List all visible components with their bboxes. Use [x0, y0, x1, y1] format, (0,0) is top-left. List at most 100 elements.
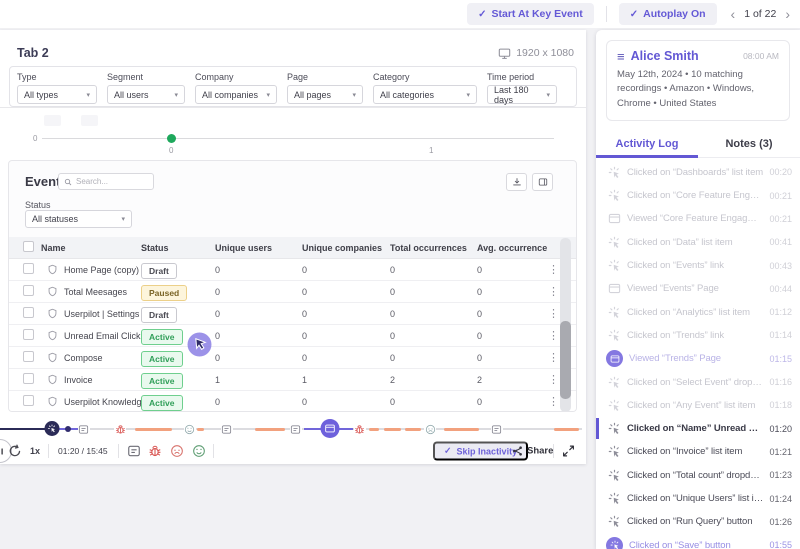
- activity-text: Clicked on “Select Event” dropdown: [627, 377, 763, 388]
- click-icon: [608, 306, 621, 319]
- page-icon: [606, 350, 623, 367]
- next-recording-icon[interactable]: ›: [783, 7, 792, 21]
- controls-divider: [213, 444, 214, 458]
- activity-item[interactable]: Clicked on “Name” Unread Email C... 01:2…: [596, 417, 800, 440]
- screen-resolution: 1920 x 1080: [498, 47, 574, 60]
- tab-notes[interactable]: Notes (3): [698, 131, 800, 157]
- activity-item[interactable]: Clicked on “Any Event” list item 01:18: [596, 394, 800, 417]
- click-icon: [608, 422, 621, 435]
- activity-item[interactable]: Viewed “Events” Page 00:44: [596, 277, 800, 300]
- filter-type: Type All types ▾: [17, 72, 97, 106]
- event-shield-icon: [47, 352, 58, 363]
- timeline-bug-icon[interactable]: [354, 423, 366, 435]
- previous-recording-icon[interactable]: ‹: [729, 7, 738, 21]
- activity-item[interactable]: Clicked on “Run Query” button 01:26: [596, 510, 800, 533]
- filter-select: All companies ▾: [195, 85, 277, 104]
- row-checkbox: [23, 373, 34, 384]
- timeline-click-event-marker[interactable]: [45, 421, 60, 436]
- activity-item[interactable]: Clicked on “Data” list item 00:41: [596, 231, 800, 254]
- chart-point: [167, 134, 176, 143]
- event-name: Userpilot Knowledge ...: [64, 397, 141, 407]
- timeline-bug-icon[interactable]: [114, 423, 126, 435]
- activity-item[interactable]: Clicked on “Events” link 00:43: [596, 254, 800, 277]
- activity-item[interactable]: Clicked on “Trends” link 01:14: [596, 324, 800, 347]
- filter-label: Type: [17, 72, 97, 82]
- click-icon: [608, 166, 621, 179]
- add-note-icon[interactable]: [127, 444, 141, 458]
- replay-icon[interactable]: [8, 444, 22, 458]
- activity-timestamp: 00:21: [769, 191, 792, 201]
- status-filter-label: Status: [25, 200, 51, 210]
- row-checkbox: [23, 307, 34, 318]
- filter-select: All users ▾: [107, 85, 185, 104]
- activity-timestamp: 00:41: [769, 237, 792, 247]
- start-at-key-event-button[interactable]: ✓ Start At Key Event: [467, 3, 594, 25]
- smiley-reaction-icon[interactable]: [192, 444, 206, 458]
- activity-text: Viewed “Core Feature Engagment”: [627, 213, 763, 224]
- autoplay-toggle-button[interactable]: ✓ Autoplay On: [619, 3, 717, 25]
- column-header: Avg. occurrence: [477, 243, 542, 253]
- share-button[interactable]: Share: [512, 446, 553, 457]
- chevron-down-icon: ▾: [174, 91, 178, 99]
- activity-item[interactable]: Clicked on “Dashboards” list item 00:20: [596, 161, 800, 184]
- activity-item[interactable]: Clicked on “Analytics” list item 01:12: [596, 301, 800, 324]
- click-icon: [608, 329, 621, 342]
- timeline-smiley-icon[interactable]: [184, 423, 196, 435]
- activity-item[interactable]: Viewed “Core Feature Engagment” 00:21: [596, 207, 800, 230]
- row-checkbox: [23, 329, 34, 340]
- playback-timeline[interactable]: [0, 420, 586, 438]
- page-icon: [608, 212, 621, 225]
- activity-timestamp: 00:20: [769, 167, 792, 177]
- timeline-note-icon[interactable]: [491, 423, 503, 435]
- frown-reaction-icon[interactable]: [170, 444, 184, 458]
- timeline-dot-marker: [65, 426, 71, 432]
- check-icon: ✓: [630, 9, 638, 20]
- activity-item[interactable]: Clicked on “Select Event” dropdown 01:16: [596, 370, 800, 393]
- replay-player-panel: Tab 2 1920 x 1080 Type All types ▾ Segme…: [0, 30, 586, 464]
- tick-label: 0: [169, 146, 173, 155]
- timeline-note-icon[interactable]: [290, 423, 302, 435]
- status-badge: Active: [141, 373, 183, 389]
- topbar-divider: [606, 6, 607, 22]
- user-name[interactable]: Alice Smith: [631, 49, 699, 63]
- activity-text: Clicked on “Save” button: [629, 540, 763, 549]
- pagination-label: 1 of 22: [744, 8, 776, 20]
- timeline-page-event-marker[interactable]: [320, 419, 339, 438]
- timeline-frown-icon[interactable]: [424, 423, 436, 435]
- search-input: Search...: [58, 173, 154, 190]
- ghost-box: [81, 115, 98, 126]
- timeline-note-icon[interactable]: [221, 423, 233, 435]
- table-row: Home Page (copy) Draft 0 0 0 0 ⋮: [9, 259, 576, 281]
- tab-activity-log[interactable]: Activity Log: [596, 131, 698, 157]
- click-icon: [608, 492, 621, 505]
- session-sidebar: ≡ Alice Smith 08:00 AM May 12th, 2024 • …: [596, 30, 800, 549]
- table-row: Total Meesages Paused 0 0 0 0 ⋮: [9, 281, 576, 303]
- activity-timestamp: 01:14: [769, 330, 792, 340]
- table-row: Userpilot Knowledge ... Active 0 0 0 0 ⋮: [9, 391, 576, 412]
- event-name: Invoice: [64, 375, 93, 385]
- activity-item[interactable]: Viewed “Trends” Page 01:15: [596, 347, 800, 370]
- timeline-note-icon[interactable]: [78, 423, 90, 435]
- report-bug-icon[interactable]: [148, 444, 162, 458]
- activity-text: Clicked on “Unique Users” list item: [627, 493, 763, 504]
- activity-text: Clicked on “Any Event” list item: [627, 400, 763, 411]
- activity-item[interactable]: Clicked on “Total count” dropdown 01:23: [596, 464, 800, 487]
- click-icon: [608, 399, 621, 412]
- activity-item[interactable]: Clicked on “Unique Users” list item 01:2…: [596, 487, 800, 510]
- playback-speed-button[interactable]: 1x: [30, 446, 40, 456]
- columns-layout-icon: [538, 177, 548, 187]
- filter-label: Time period: [487, 72, 557, 82]
- search-placeholder: Search...: [76, 177, 108, 186]
- hamburger-icon[interactable]: ≡: [617, 50, 625, 63]
- activity-item[interactable]: Clicked on “Save” button 01:55: [596, 534, 800, 549]
- click-icon: [608, 236, 621, 249]
- controls-divider: [553, 444, 554, 458]
- activity-text: Viewed “Events” Page: [627, 283, 763, 294]
- playback-controls: 1x 01:20 / 15:45 ✓ Skip Inactivity Share: [0, 438, 586, 464]
- click-icon: [608, 445, 621, 458]
- activity-timestamp: 01:15: [769, 354, 792, 364]
- timeline-inactivity-segment: [369, 428, 379, 431]
- fullscreen-expand-icon[interactable]: [562, 445, 575, 458]
- activity-item[interactable]: Clicked on “Core Feature Engagem... 00:2…: [596, 184, 800, 207]
- activity-item[interactable]: Clicked on “Invoice” list item 01:21: [596, 440, 800, 463]
